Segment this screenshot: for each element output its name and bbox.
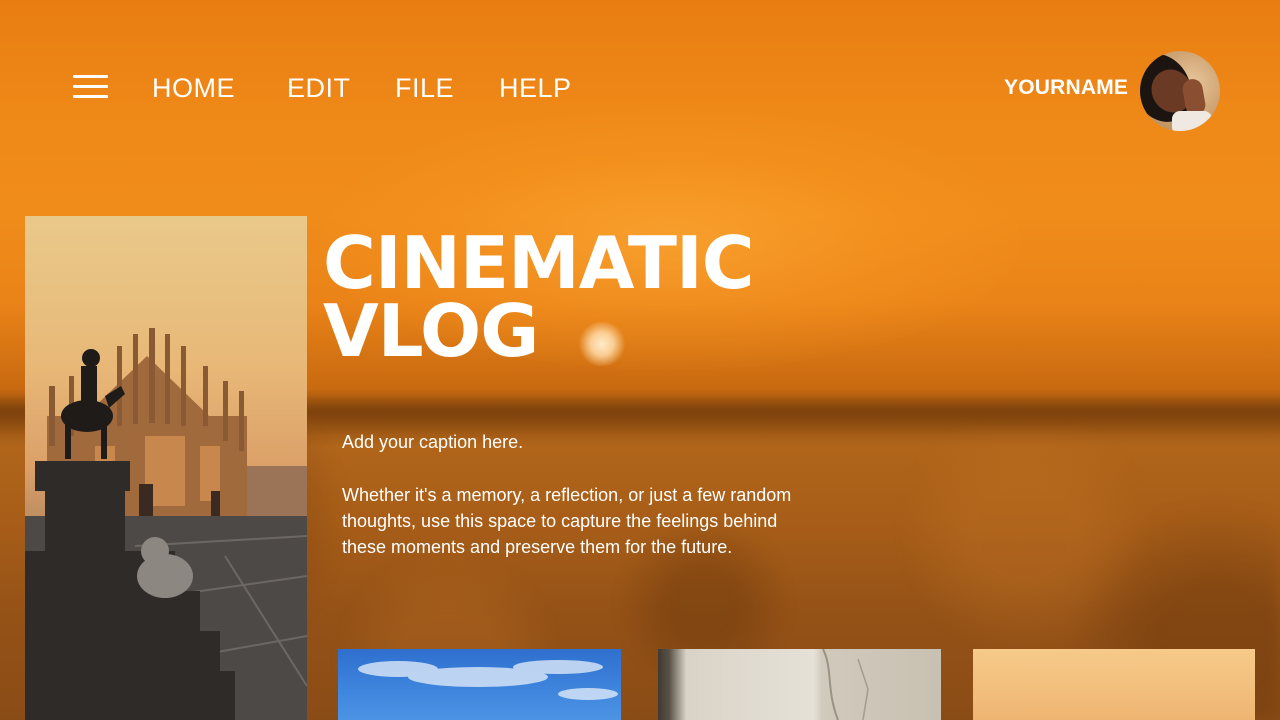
hero-photo-cathedral (25, 216, 307, 720)
user-avatar[interactable] (1140, 51, 1220, 131)
hamburger-menu-icon[interactable] (73, 75, 108, 99)
nav-edit[interactable]: EDIT (287, 72, 351, 104)
nav-help[interactable]: HELP (499, 72, 572, 104)
nav-home[interactable]: HOME (152, 72, 235, 104)
username-label[interactable]: YOURNAME (1004, 76, 1128, 100)
vlog-page: HOME EDIT FILE HELP YOURNAME CINEMATIC V… (0, 0, 1280, 720)
cathedral-illustration (25, 328, 307, 720)
nav-file[interactable]: FILE (395, 72, 454, 104)
sky-clouds (358, 660, 618, 700)
thumbnail-sky[interactable] (338, 649, 621, 720)
caption-text: Add your caption here. (342, 432, 524, 452)
page-title: CINEMATIC VLOG (323, 221, 755, 373)
thumbnail-sunset[interactable] (973, 649, 1255, 720)
title-line-2: VLOG (323, 289, 539, 373)
thumbnail-wall[interactable] (658, 649, 941, 720)
title-line-1: CINEMATIC (323, 221, 755, 305)
wall-crack (822, 649, 869, 720)
body-text: Whether it's a memory, a reflection, or … (342, 485, 792, 557)
